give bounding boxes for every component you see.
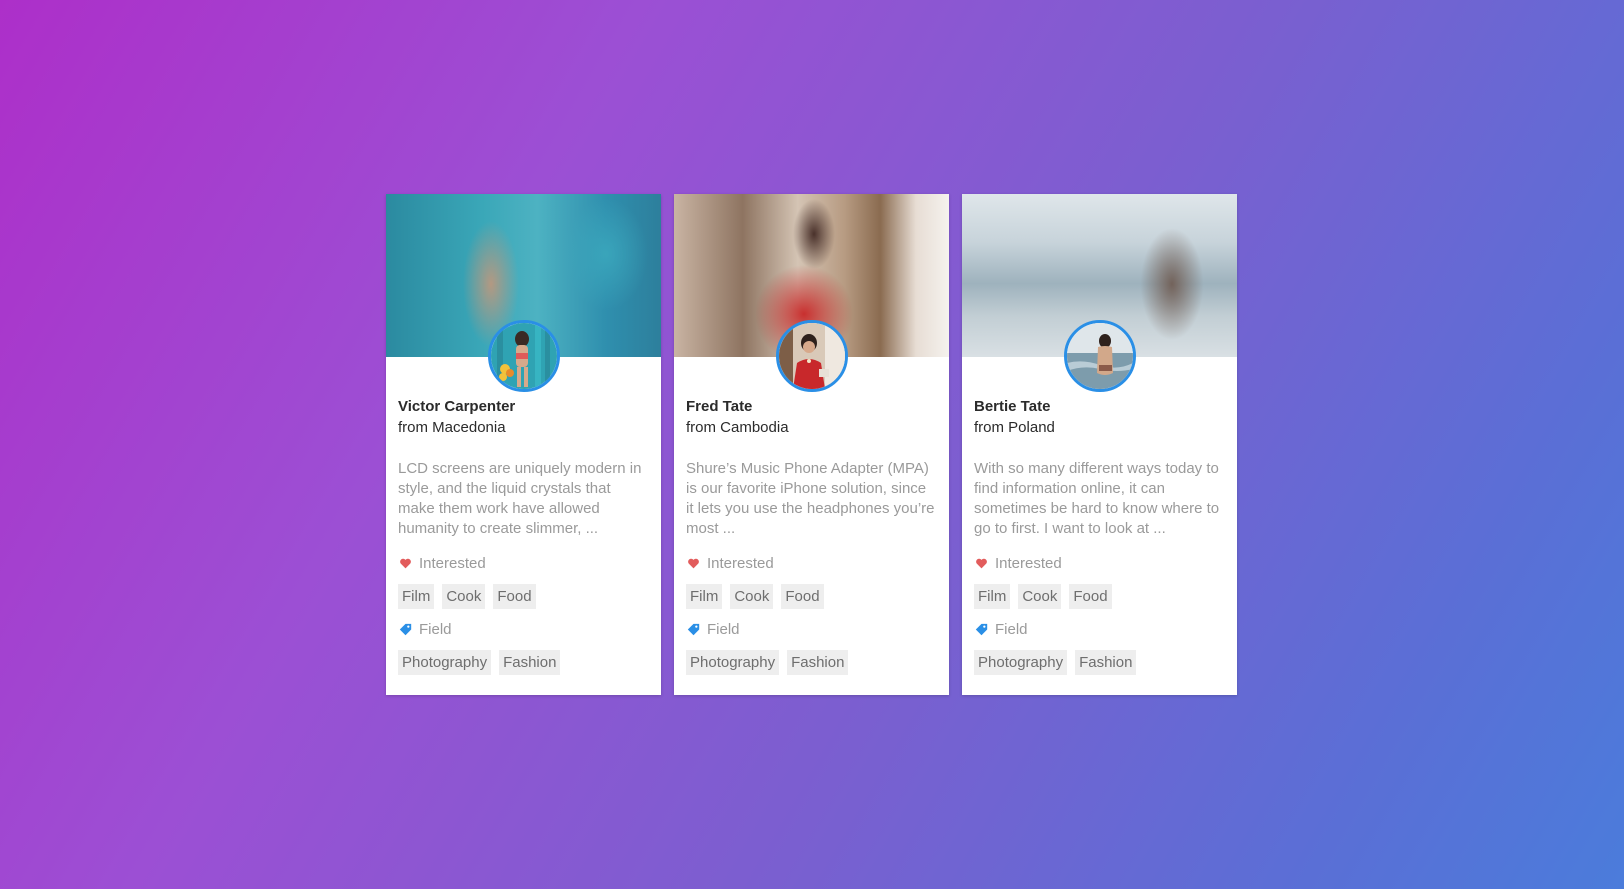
interest-tag[interactable]: Cook (442, 584, 486, 609)
interested-section: Interested (398, 553, 649, 573)
profile-origin: from Cambodia (686, 419, 789, 436)
profile-cards-container: Victor Carpenter from Macedonia LCD scre… (386, 194, 1237, 695)
interest-tag[interactable]: Food (493, 584, 536, 609)
interest-tag[interactable]: Food (781, 584, 824, 609)
interested-section: Interested (686, 553, 937, 573)
profile-name: Victor Carpenter (398, 398, 516, 415)
profile-origin: from Poland (974, 419, 1055, 436)
avatar-photo (490, 323, 557, 389)
field-tag[interactable]: Fashion (499, 650, 561, 675)
profile-description: LCD screens are uniquely modern in style… (398, 460, 642, 537)
interest-tags: Film Cook Food (686, 584, 937, 609)
profile-name: Fred Tate (686, 398, 753, 415)
tag-icon (686, 622, 700, 636)
profile-description: With so many different ways today to fin… (974, 460, 1220, 537)
field-section: Field (398, 619, 649, 639)
field-label: Field (419, 620, 452, 638)
profile-description: Shure’s Music Phone Adapter (MPA) is our… (686, 460, 935, 537)
interested-section: Interested (974, 553, 1225, 573)
interested-label: Interested (995, 554, 1062, 572)
avatar[interactable] (775, 320, 848, 392)
profile-card[interactable]: Fred Tate from Cambodia Shure’s Music Ph… (674, 194, 949, 695)
interest-tag[interactable]: Film (686, 584, 723, 609)
field-tag[interactable]: Photography (974, 650, 1068, 675)
heart-icon (398, 556, 412, 570)
interest-tag[interactable]: Food (1069, 584, 1112, 609)
interest-tags: Film Cook Food (974, 584, 1225, 609)
heart-icon (686, 556, 700, 570)
profile-card[interactable]: Bertie Tate from Poland With so many dif… (962, 194, 1237, 695)
field-tag[interactable]: Photography (398, 650, 492, 675)
tag-icon (974, 622, 988, 636)
avatar[interactable] (1063, 320, 1136, 392)
field-tag[interactable]: Fashion (787, 650, 849, 675)
field-tags: Photography Fashion (398, 650, 649, 675)
field-tag[interactable]: Photography (686, 650, 780, 675)
tag-icon (398, 622, 412, 636)
interest-tag[interactable]: Cook (730, 584, 774, 609)
avatar-photo (1066, 323, 1133, 389)
field-tag[interactable]: Fashion (1075, 650, 1137, 675)
interest-tag[interactable]: Film (974, 584, 1011, 609)
interest-tag[interactable]: Film (398, 584, 435, 609)
heart-icon (974, 556, 988, 570)
interested-label: Interested (419, 554, 486, 572)
avatar-photo (778, 323, 845, 389)
interest-tag[interactable]: Cook (1018, 584, 1062, 609)
interest-tags: Film Cook Food (398, 584, 649, 609)
field-tags: Photography Fashion (686, 650, 937, 675)
profile-origin: from Macedonia (398, 419, 506, 436)
field-section: Field (974, 619, 1225, 639)
field-label: Field (995, 620, 1028, 638)
interested-label: Interested (707, 554, 774, 572)
profile-name: Bertie Tate (974, 398, 1051, 415)
profile-card[interactable]: Victor Carpenter from Macedonia LCD scre… (386, 194, 661, 695)
avatar[interactable] (487, 320, 560, 392)
field-section: Field (686, 619, 937, 639)
field-tags: Photography Fashion (974, 650, 1225, 675)
field-label: Field (707, 620, 740, 638)
